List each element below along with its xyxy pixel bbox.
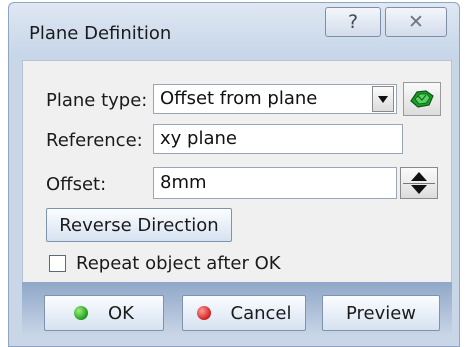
cancel-label: Cancel xyxy=(230,302,292,324)
spin-up-icon[interactable] xyxy=(411,172,427,181)
plane-type-dropdown[interactable]: Offset from plane xyxy=(153,84,397,114)
help-button[interactable]: ? xyxy=(325,7,381,37)
reverse-direction-label: Reverse Direction xyxy=(59,214,219,236)
cancel-button[interactable]: Cancel xyxy=(182,295,306,331)
preview-button[interactable]: Preview xyxy=(322,295,440,331)
offset-input[interactable]: 8mm xyxy=(153,167,397,199)
offset-spinner[interactable] xyxy=(400,167,438,199)
reference-value: xy plane xyxy=(160,128,237,149)
reference-label: Reference: xyxy=(46,130,143,151)
offset-label: Offset: xyxy=(46,174,107,195)
plane-type-value: Offset from plane xyxy=(160,88,318,109)
window-title: Plane Definition xyxy=(29,23,172,44)
spin-down-icon[interactable] xyxy=(411,185,427,194)
green-plane-icon xyxy=(410,90,434,108)
repeat-label: Repeat object after OK xyxy=(76,253,281,274)
plane-type-label: Plane type: xyxy=(46,90,148,111)
plane-tool-button[interactable] xyxy=(403,82,441,116)
help-icon: ? xyxy=(347,11,359,33)
close-icon: ✕ xyxy=(408,11,424,33)
repeat-checkbox[interactable] xyxy=(49,255,66,272)
ok-button[interactable]: OK xyxy=(44,295,164,331)
red-dot-icon xyxy=(196,306,211,320)
reference-field[interactable]: xy plane xyxy=(153,124,403,154)
spinner-divider xyxy=(403,183,435,184)
preview-label: Preview xyxy=(345,302,417,324)
plane-definition-dialog: Plane Definition ? ✕ Plane type: Offset … xyxy=(0,0,467,347)
title-bar[interactable]: Plane Definition ? ✕ xyxy=(8,2,460,58)
offset-value: 8mm xyxy=(160,172,207,193)
reverse-direction-button[interactable]: Reverse Direction xyxy=(46,208,232,242)
chevron-down-icon[interactable] xyxy=(372,86,394,112)
green-dot-icon xyxy=(74,306,88,320)
ok-label: OK xyxy=(108,302,134,324)
close-button[interactable]: ✕ xyxy=(385,7,447,37)
